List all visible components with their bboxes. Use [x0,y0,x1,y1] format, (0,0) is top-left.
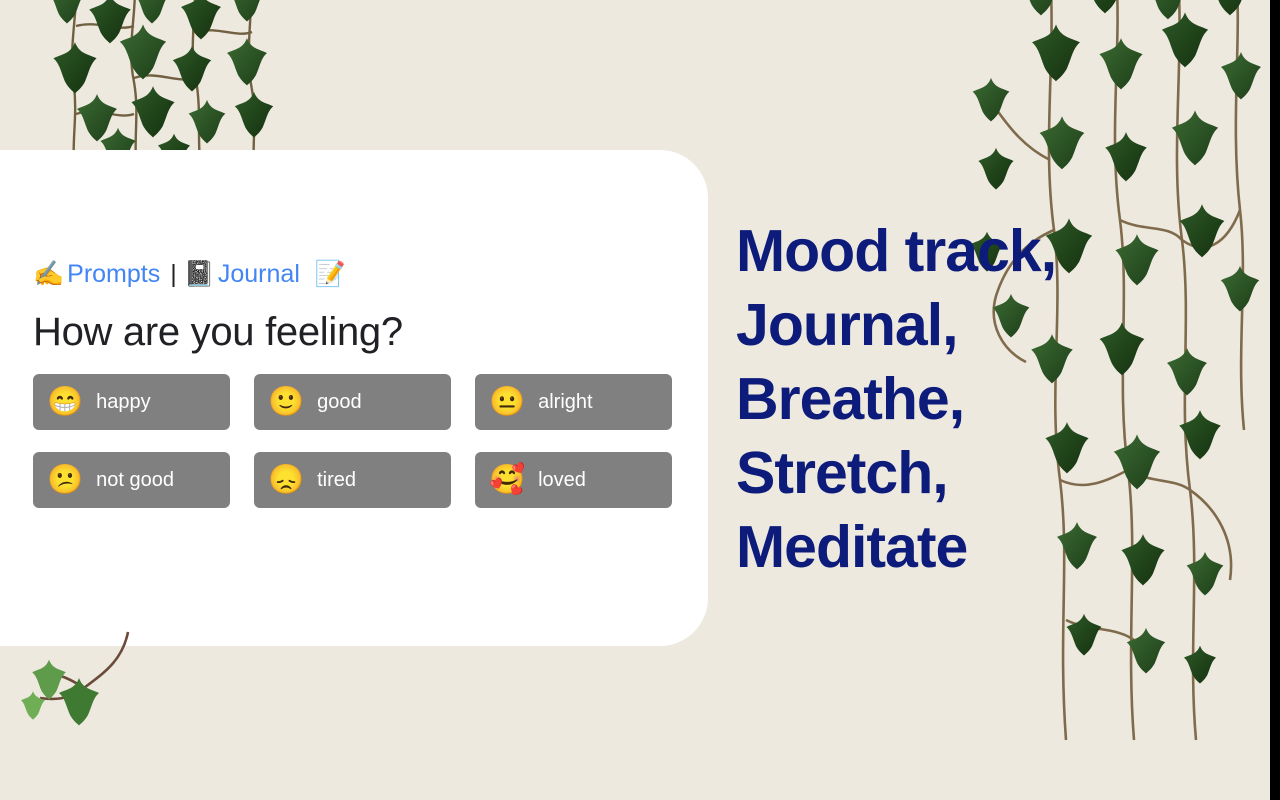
headline-line: Journal, [736,292,959,358]
journal-link[interactable]: Journal [218,262,300,287]
mood-label: loved [538,469,586,491]
right-edge-strip [1270,0,1280,800]
page-root: ✍️ Prompts | 📓 Journal 📝 How are you fee… [0,0,1280,800]
mood-options-grid: 😁 happy 🙂 good 😐 alright 😕 not good 😞 ti… [33,374,675,508]
memo-icon: 📝 [314,260,347,288]
headline-line: Mood track, [736,218,1057,284]
mood-entry-card: ✍️ Prompts | 📓 Journal 📝 How are you fee… [0,150,708,646]
mood-label: not good [96,469,174,491]
mood-label: alright [538,391,593,413]
mood-button-not-good[interactable]: 😕 not good [33,452,230,508]
mood-button-alright[interactable]: 😐 alright [475,374,672,430]
breadcrumb: ✍️ Prompts | 📓 Journal 📝 [33,262,346,287]
prompts-link[interactable]: Prompts [67,262,160,287]
marketing-headline: Mood track, Journal, Breathe, Stretch, M… [736,214,1156,584]
mood-label: tired [317,469,357,491]
mood-label: happy [96,391,151,413]
mood-label: good [317,391,362,413]
ivy-bottom-left-decoration [10,631,150,755]
neutral-face-icon: 😐 [489,385,526,418]
disappointed-face-icon: 😞 [268,463,305,496]
smiling-face-with-hearts-icon: 🥰 [489,463,526,496]
mood-button-loved[interactable]: 🥰 loved [475,452,672,508]
slightly-smiling-face-icon: 🙂 [268,385,305,418]
grinning-face-icon: 😁 [47,385,84,418]
confused-face-icon: 😕 [47,463,84,496]
writing-hand-icon: ✍️ [33,260,65,288]
headline-line: Breathe, [736,366,965,432]
mood-button-happy[interactable]: 😁 happy [33,374,230,430]
headline-line: Stretch, [736,440,949,506]
card-content: ✍️ Prompts | 📓 Journal 📝 How are you fee… [33,150,673,646]
page-title: How are you feeling? [33,310,403,354]
mood-button-tired[interactable]: 😞 tired [254,452,451,508]
breadcrumb-separator: | [170,260,177,288]
notebook-icon: 📓 [183,260,215,288]
headline-line: Meditate [736,514,968,580]
ivy-top-left-decoration [18,0,288,177]
mood-button-good[interactable]: 🙂 good [254,374,451,430]
